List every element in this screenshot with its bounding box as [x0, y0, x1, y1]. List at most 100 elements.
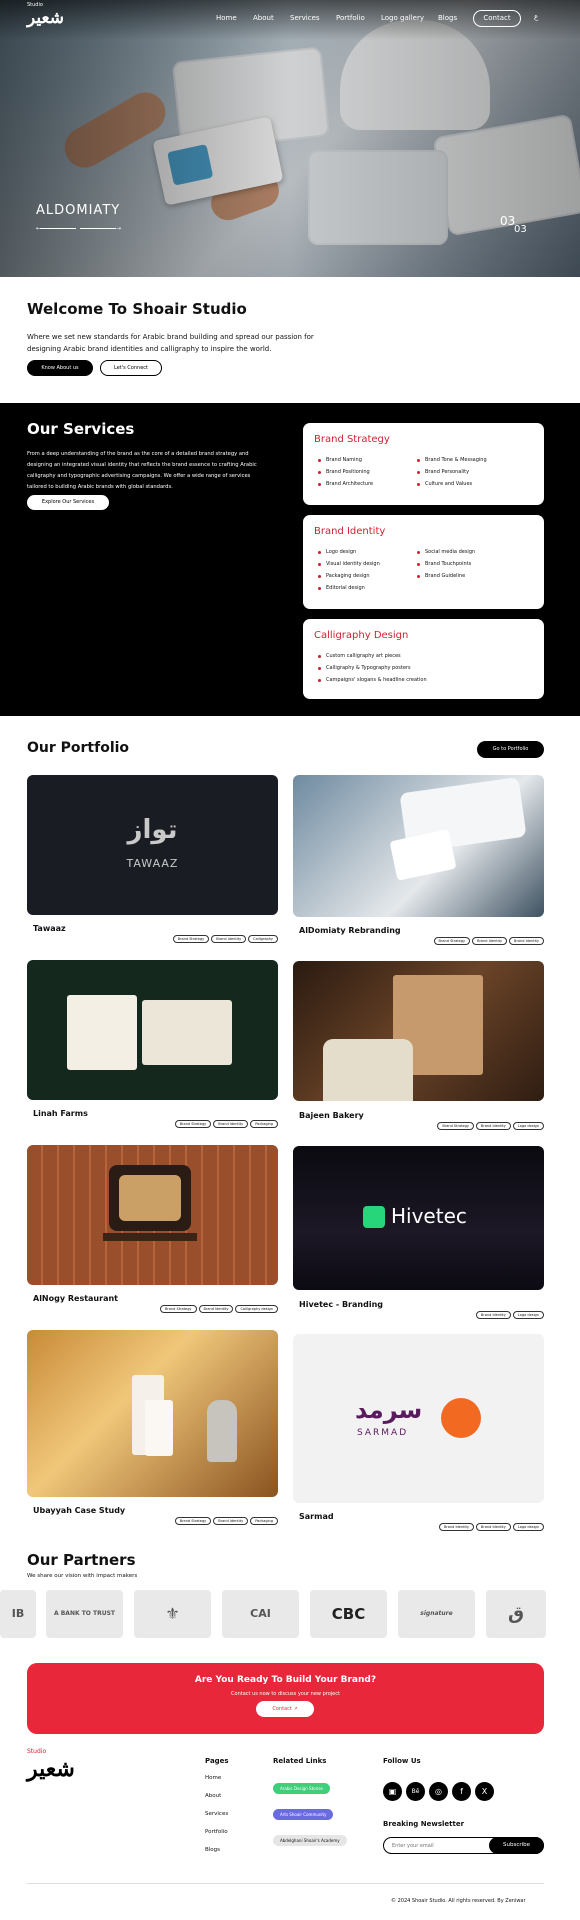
partners-title: Our Partners [27, 1551, 136, 1569]
nav-home[interactable]: Home [216, 14, 237, 22]
table-shape [103, 1233, 197, 1241]
related-link-arabic-design[interactable]: Arabic Design Stories [273, 1783, 330, 1794]
portfolio-name: Hivetec - Branding [299, 1300, 383, 1309]
portfolio-tags: Brand Strategy Brand Identity Calligraphy … [158, 1295, 278, 1314]
copyright: © 2024 Shoair Studio. All rights reserve… [391, 1898, 526, 1904]
nav-logo-gallery[interactable]: Logo gallery [381, 14, 424, 22]
nav-blogs[interactable]: Blogs [438, 14, 457, 22]
tag[interactable]: Brand Identity [475, 1523, 511, 1531]
lets-connect-button[interactable]: Let's Connect [100, 360, 162, 376]
next-arrow-icon[interactable]: → [116, 225, 121, 232]
tag[interactable]: Brand Strategy [174, 1120, 212, 1128]
footer-link-portfolio[interactable]: Portfolio [205, 1829, 229, 1847]
contact-button[interactable]: Contact [473, 10, 521, 27]
tag[interactable]: Brand Strategy [172, 935, 210, 943]
portfolio-item-aldomiaty[interactable]: AlDomiaty Rebranding Brand Strategy Brand… [293, 775, 544, 945]
newsletter-form: Subscribe [383, 1837, 544, 1854]
related-link-academy[interactable]: Abdelghani Shoair's Academy [273, 1835, 347, 1846]
explore-services-button[interactable]: Explore Our Services [27, 495, 109, 510]
facebook-icon[interactable]: f [452, 1782, 471, 1801]
portfolio-name: Tawaaz [33, 924, 66, 933]
tag[interactable]: Brand Identity [211, 935, 247, 943]
tag[interactable]: Brand Identity [509, 937, 544, 945]
footer-logo[interactable]: Studio شعير [27, 1748, 75, 1782]
tag[interactable]: Brand Strategy [174, 1517, 212, 1525]
tag[interactable]: Logo design [512, 1311, 544, 1319]
portfolio-item-alnogy[interactable]: AlNogy Restaurant Brand Strategy Brand Id… [27, 1145, 278, 1313]
go-to-portfolio-button[interactable]: Go to Portfolio [477, 741, 544, 758]
footer-link-home[interactable]: Home [205, 1775, 229, 1793]
tag[interactable]: Logo design [512, 1122, 544, 1130]
portfolio-item-hivetec[interactable]: Hivetec Hivetec - Branding Brand Identit… [293, 1146, 544, 1319]
tag[interactable]: Packaging [250, 1120, 278, 1128]
tag[interactable]: Brand Strategy [437, 1122, 474, 1130]
service-list-left: Logo design Visual identity design Packa… [318, 549, 380, 597]
tag[interactable]: Brand Identity [198, 1305, 234, 1313]
service-item: Social media design [417, 549, 475, 561]
portfolio-image [293, 961, 544, 1101]
box-shape [67, 995, 137, 1070]
partner-logo: ق [486, 1590, 546, 1638]
portfolio-item-tawaaz[interactable]: تواز TAWAAZ Tawaaz Brand Strategy Brand I… [27, 775, 278, 943]
cta-contact-button[interactable]: Contact ↗ [256, 1701, 314, 1717]
x-icon[interactable]: X [475, 1782, 494, 1801]
tag[interactable]: Calligraphy design [235, 1305, 278, 1313]
service-card-calligraphy[interactable]: Calligraphy Design Custom calligraphy ar… [303, 619, 544, 699]
footer-follow-title: Follow Us [383, 1757, 421, 1765]
tag[interactable]: Packaging [250, 1517, 278, 1525]
footer-link-about[interactable]: About [205, 1793, 229, 1811]
service-list-right: Brand Tone & Messaging Brand Personality… [417, 457, 487, 493]
tag[interactable]: Brand Identity [213, 1120, 249, 1128]
tag[interactable]: Brand Identity [472, 937, 508, 945]
hero-slider[interactable]: ALDOMIATY ← → 03 03 [0, 0, 580, 277]
portfolio-item-bajeen[interactable]: Bajeen Bakery Brand Strategy Brand Identi… [293, 961, 544, 1130]
nav-services[interactable]: Services [290, 14, 320, 22]
footer-pages: Pages Home About Services Portfolio Blog… [205, 1757, 229, 1865]
dribbble-icon[interactable]: ◎ [429, 1782, 448, 1801]
service-card-brand-strategy[interactable]: Brand Strategy Brand Naming Brand Positi… [303, 423, 544, 505]
service-card-title: Calligraphy Design [314, 630, 409, 641]
tag[interactable]: Calligraphy [248, 935, 278, 943]
welcome-text: Where we set new standards for Arabic br… [27, 333, 314, 353]
email-input[interactable] [392, 1841, 492, 1851]
tag[interactable]: Logo design [512, 1523, 544, 1531]
portfolio-tags: Brand Strategy Brand Identity Packaging [173, 1507, 278, 1526]
logo-studio-label: Studio [27, 2, 43, 8]
tag[interactable]: Brand Identity [213, 1517, 249, 1525]
subscribe-button[interactable]: Subscribe [489, 1837, 544, 1854]
service-card-brand-identity[interactable]: Brand Identity Logo design Visual identi… [303, 515, 544, 609]
portfolio-item-ubayyah[interactable]: Ubayyah Case Study Brand Strategy Brand I… [27, 1330, 278, 1525]
instagram-icon[interactable]: ▣ [383, 1782, 402, 1801]
service-item: Brand Positioning [318, 469, 373, 481]
service-item: Custom calligraphy art pieces [318, 653, 427, 665]
language-toggle[interactable]: ع [534, 13, 538, 21]
tag[interactable]: Brand Strategy [159, 1305, 197, 1313]
tag[interactable]: Brand Strategy [433, 937, 471, 945]
footer-logo-text: شعير [27, 1756, 75, 1782]
tag[interactable]: Brand Identity [475, 1122, 511, 1130]
behance-icon[interactable]: Bē [406, 1782, 425, 1801]
tag[interactable]: Brand Identity [475, 1311, 511, 1319]
services-title: Our Services [27, 420, 135, 438]
portfolio-item-linah-farms[interactable]: Linah Farms Brand Strategy Brand Identity… [27, 960, 278, 1128]
footer-link-services[interactable]: Services [205, 1811, 229, 1829]
portfolio-item-sarmad[interactable]: سرمد SARMAD Sarmad Brand Identity Brand I… [293, 1334, 544, 1531]
portfolio-name: Ubayyah Case Study [33, 1506, 126, 1515]
nav-about[interactable]: About [253, 14, 274, 22]
footer-follow: Follow Us [383, 1757, 421, 1775]
related-link-community[interactable]: Arts Shoair Community [273, 1809, 334, 1820]
tag[interactable]: Brand Identity [438, 1523, 474, 1531]
nav-portfolio[interactable]: Portfolio [336, 14, 365, 22]
pot-shape [207, 1400, 237, 1462]
sarmad-logo-en: SARMAD [357, 1428, 409, 1438]
service-item: Brand Tone & Messaging [417, 457, 487, 469]
portfolio-image [27, 1145, 278, 1285]
card-shape [389, 829, 457, 881]
service-item: Brand Architecture [318, 481, 373, 493]
services-section: Our Services From a deep understanding o… [0, 403, 580, 716]
site-logo[interactable]: Studio شعير [27, 2, 64, 28]
footer-link-blogs[interactable]: Blogs [205, 1847, 229, 1865]
cta-title: Are You Ready To Build Your Brand? [194, 1675, 377, 1685]
know-about-button[interactable]: Know About us [27, 360, 93, 376]
partner-logo: CAI [222, 1590, 299, 1638]
